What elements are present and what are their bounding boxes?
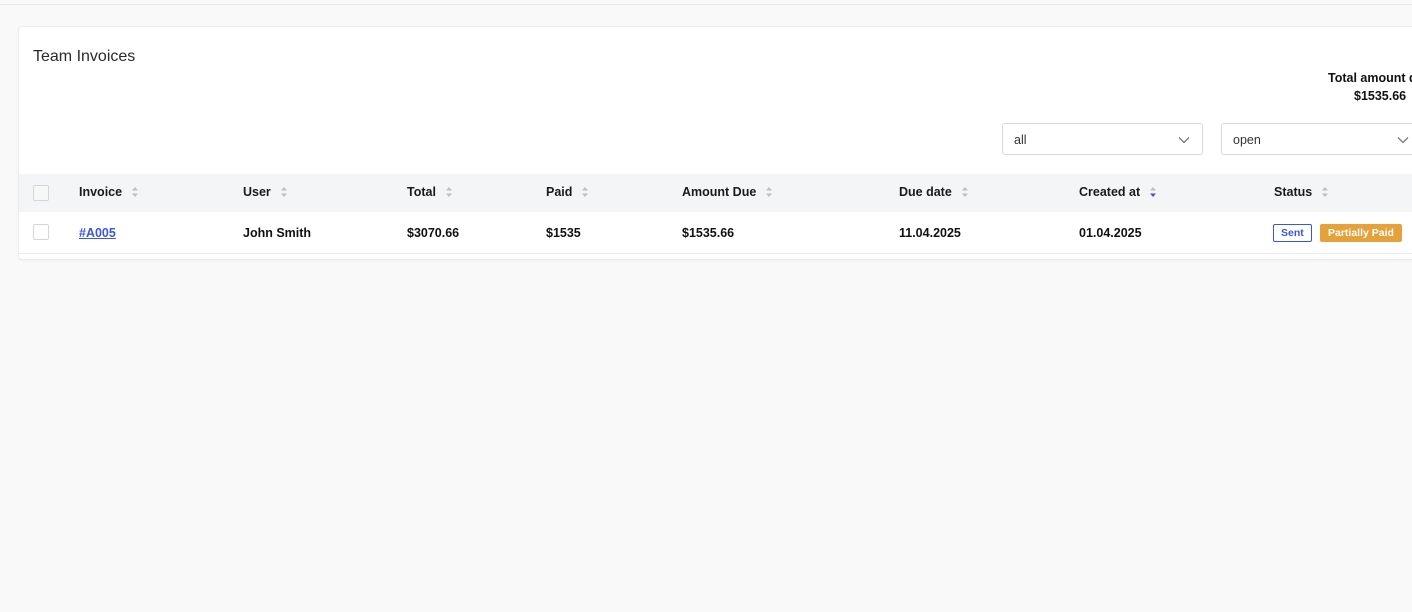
row-checkbox[interactable] <box>33 224 49 240</box>
invoice-link[interactable]: #A005 <box>79 226 116 240</box>
column-header-total[interactable]: Total <box>407 185 453 199</box>
select-all-checkbox[interactable] <box>33 185 49 201</box>
cell-amount-due: $1535.66 <box>682 226 735 240</box>
sort-icon <box>961 186 968 197</box>
column-header-paid[interactable]: Paid <box>546 185 589 199</box>
filter-select-status-value: open <box>1233 133 1261 147</box>
chevron-down-icon <box>1397 137 1409 144</box>
column-header-invoice[interactable]: Invoice <box>79 185 139 199</box>
filter-select-scope-value: all <box>1014 133 1027 147</box>
cell-paid: $1535 <box>546 226 581 240</box>
sort-icon <box>445 186 452 197</box>
sort-desc-icon <box>1150 186 1157 197</box>
cell-user: John Smith <box>243 226 312 240</box>
total-amount-summary: Total amount d $1535.66 <box>1313 69 1412 105</box>
status-badge-partially-paid: Partially Paid <box>1320 224 1402 242</box>
invoices-card: Team Invoices Total amount d $1535.66 al… <box>18 26 1412 260</box>
column-header-due-date[interactable]: Due date <box>899 185 969 199</box>
sort-icon <box>766 186 773 197</box>
column-header-amount-due[interactable]: Amount Due <box>682 185 773 199</box>
top-divider <box>0 4 1412 5</box>
sort-icon <box>1322 186 1329 197</box>
table-header: Invoice User Total Paid Amount Due Due d… <box>19 174 1412 212</box>
cell-created-at: 01.04.2025 <box>1079 226 1142 240</box>
column-header-status[interactable]: Status <box>1274 185 1329 199</box>
table-row: #A005 John Smith $3070.66 $1535 $1535.66… <box>19 213 1412 254</box>
cell-due-date: 11.04.2025 <box>899 226 961 240</box>
sort-icon <box>280 186 287 197</box>
sort-icon <box>132 186 139 197</box>
total-amount-label: Total amount d <box>1328 71 1412 85</box>
filter-select-status[interactable]: open <box>1221 123 1412 155</box>
status-badge-sent: Sent <box>1273 224 1312 242</box>
chevron-down-icon <box>1178 137 1190 144</box>
total-amount-value: $1535.66 <box>1354 89 1407 103</box>
cell-total: $3070.66 <box>407 226 460 240</box>
page-title: Team Invoices <box>33 48 136 65</box>
sort-icon <box>582 186 589 197</box>
column-header-created-at[interactable]: Created at <box>1079 185 1157 199</box>
filter-select-scope[interactable]: all <box>1002 123 1203 155</box>
column-header-user[interactable]: User <box>243 185 288 199</box>
